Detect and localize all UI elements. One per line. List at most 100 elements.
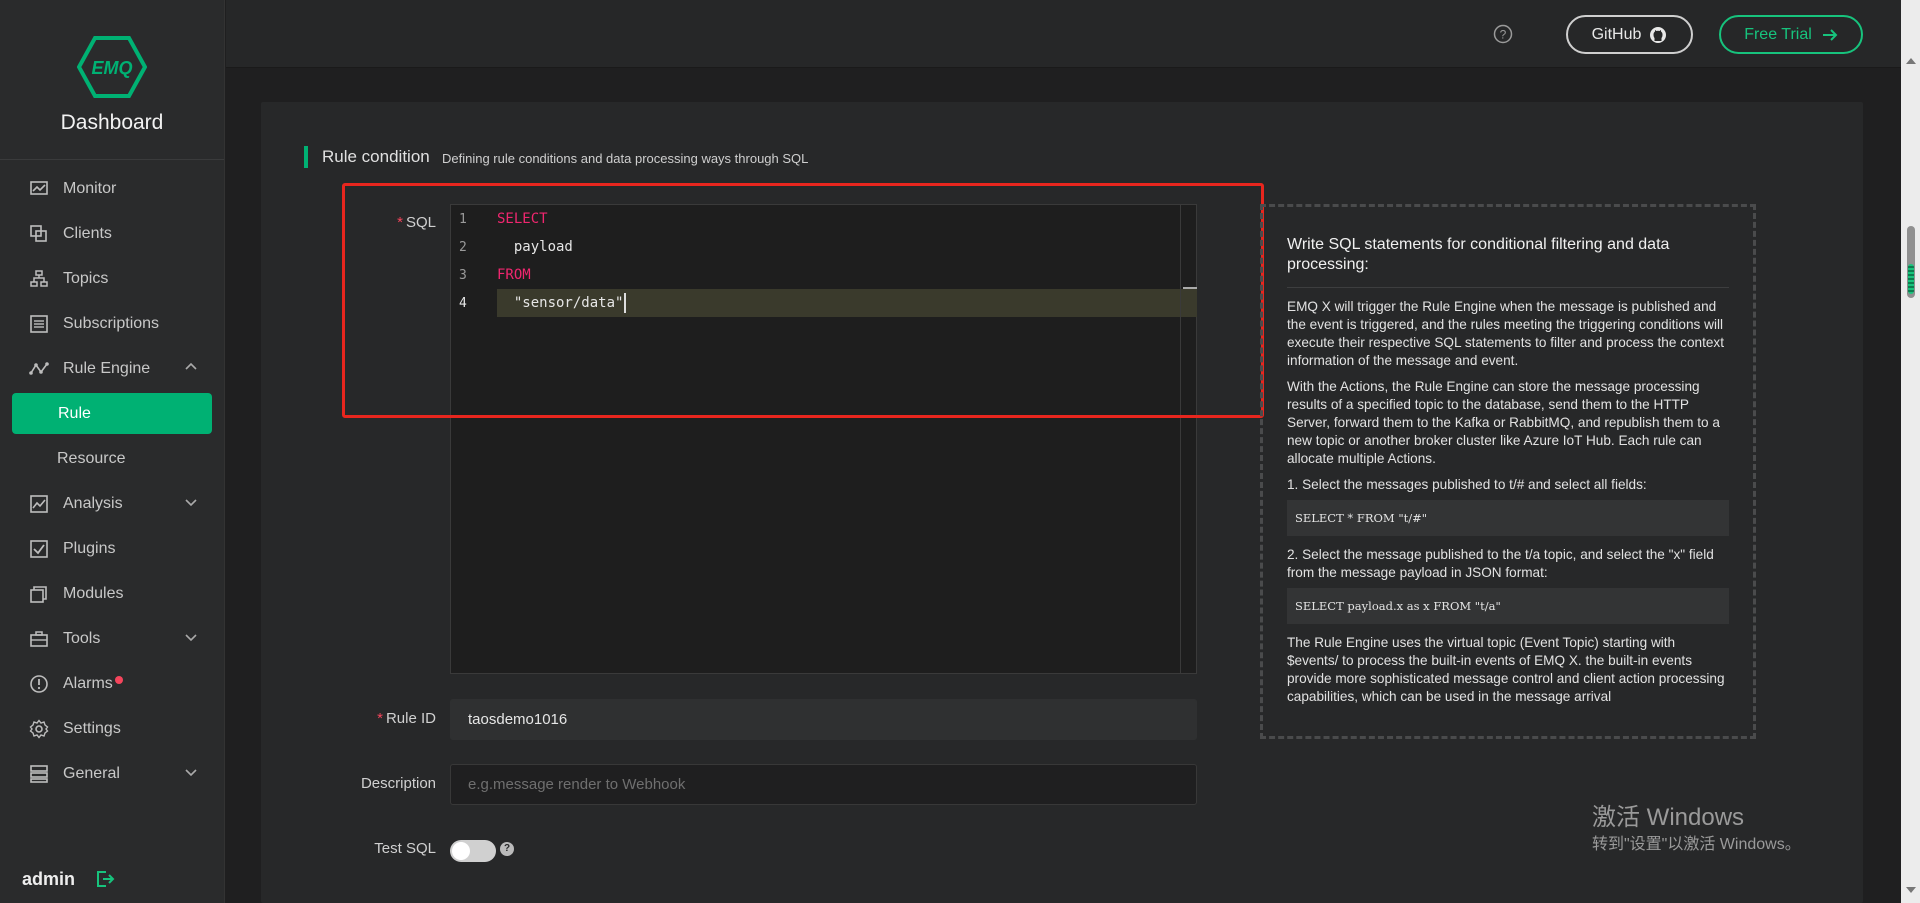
sidebar-nav: Monitor Clients Topics Subscriptions Rul… [0, 160, 224, 796]
editor-scrollbar[interactable] [1180, 205, 1197, 673]
sidebar-item-rule[interactable]: Rule [12, 393, 212, 434]
sidebar-item-label: Resource [57, 449, 126, 467]
sidebar-item-label: General [63, 764, 120, 782]
chevron-down-icon [185, 499, 197, 507]
line-code: "sensor/data" [497, 289, 1197, 317]
general-icon [29, 764, 49, 784]
tools-icon [29, 629, 49, 649]
top-header: ? GitHub Free Trial [226, 0, 1920, 68]
alarm-icon [29, 674, 49, 694]
scroll-down-arrow-icon[interactable] [1906, 887, 1916, 893]
sidebar-item-label: Rule Engine [63, 359, 151, 377]
help-code-example: SELECT * FROM "t/#" [1287, 500, 1729, 536]
sidebar-item-label: Tools [63, 629, 101, 647]
description-label: Description [360, 775, 436, 792]
sidebar-item-label: Monitor [63, 179, 117, 197]
help-paragraph: With the Actions, the Rule Engine can st… [1287, 379, 1720, 466]
brand: EMQ Dashboard [0, 0, 224, 160]
windows-watermark-title: 激活 Windows [1592, 804, 1745, 831]
sidebar-item-label: Subscriptions [63, 314, 160, 332]
sidebar-item-label: Analysis [63, 494, 123, 512]
page-scrollbar[interactable] [1901, 0, 1920, 903]
line-number: 3 [459, 267, 467, 283]
sidebar-item-subscriptions[interactable]: Subscriptions [0, 301, 224, 346]
required-mark: * [397, 214, 403, 231]
sidebar-item-analysis[interactable]: Analysis [0, 481, 224, 526]
help-icon[interactable]: ? [1493, 24, 1513, 44]
sidebar-item-label: Modules [63, 584, 124, 602]
free-trial-button[interactable]: Free Trial [1719, 15, 1863, 54]
sidebar-item-modules[interactable]: Modules [0, 571, 224, 616]
line-code: FROM [497, 267, 531, 283]
chevron-down-icon [185, 769, 197, 777]
sidebar-item-label: Alarms [63, 674, 113, 692]
gear-icon [29, 718, 49, 739]
github-button[interactable]: GitHub [1566, 15, 1693, 54]
user-bar: admin [0, 855, 224, 903]
github-label: GitHub [1591, 25, 1642, 43]
sidebar-item-monitor[interactable]: Monitor [0, 166, 224, 211]
logout-icon[interactable] [95, 869, 115, 889]
section-description: Defining rule conditions and data proces… [442, 151, 809, 166]
editor-line: 2 payload [451, 233, 1197, 261]
sidebar-item-topics[interactable]: Topics [0, 256, 224, 301]
chevron-down-icon [185, 634, 197, 642]
sidebar-item-label: Topics [63, 269, 109, 287]
help-example-title: 2. Select the message published to the t… [1287, 547, 1714, 580]
sql-editor[interactable]: 1 SELECT 2 payload 3 FROM 4 "sensor/data… [450, 204, 1197, 674]
sidebar-item-tools[interactable]: Tools [0, 616, 224, 661]
sidebar-item-label: Plugins [63, 539, 116, 557]
text-caret [624, 293, 627, 313]
brand-title: Dashboard [60, 110, 164, 134]
rule-id-input[interactable]: taosdemo1016 [450, 699, 1197, 740]
question-icon[interactable]: ? [500, 842, 514, 856]
sidebar-item-plugins[interactable]: Plugins [0, 526, 224, 571]
plugins-icon [29, 539, 49, 559]
sidebar-item-clients[interactable]: Clients [0, 211, 224, 256]
clients-icon [29, 224, 49, 244]
test-sql-toggle[interactable] [450, 840, 496, 862]
sidebar-item-label: Clients [63, 224, 112, 242]
sql-label: * SQL [397, 214, 436, 231]
sidebar-item-resource[interactable]: Resource [0, 436, 224, 481]
sidebar-item-label: Settings [63, 719, 121, 737]
help-example-title: 1. Select the messages published to t/# … [1287, 477, 1647, 492]
sidebar-item-settings[interactable]: Settings [0, 706, 224, 751]
chevron-up-icon [185, 362, 197, 370]
sidebar-item-rule-engine[interactable]: Rule Engine [0, 346, 224, 391]
rule-id-value: taosdemo1016 [468, 711, 568, 728]
help-code-example: SELECT payload.x as x FROM "t/a" [1287, 588, 1729, 624]
windows-watermark-subtitle: 转到"设置"以激活 Windows。 [1592, 836, 1801, 853]
description-placeholder: e.g.message render to Webhook [468, 776, 686, 793]
line-code: SELECT [497, 211, 548, 227]
username: admin [22, 868, 76, 889]
sidebar: EMQ Dashboard Monitor Clients Topics Sub… [0, 0, 225, 903]
section-title: Rule condition [322, 147, 430, 166]
help-divider [1287, 287, 1729, 288]
line-number: 1 [459, 211, 467, 227]
description-input[interactable]: e.g.message render to Webhook [450, 764, 1197, 805]
sql-help-panel: Write SQL statements for conditional fil… [1260, 204, 1756, 739]
scroll-up-arrow-icon[interactable] [1906, 58, 1916, 64]
help-paragraph: The Rule Engine uses the virtual topic (… [1287, 635, 1725, 704]
logo-text: EMQ [91, 58, 132, 78]
help-paragraph: EMQ X will trigger the Rule Engine when … [1287, 299, 1724, 368]
monitor-icon [29, 179, 49, 199]
help-heading: Write SQL statements for conditional fil… [1287, 236, 1670, 273]
subscriptions-icon [29, 314, 49, 334]
line-number: 2 [459, 239, 467, 255]
github-icon [1650, 26, 1667, 43]
line-number: 4 [459, 295, 467, 311]
editor-line: 3 FROM [451, 261, 1197, 289]
toggle-knob [452, 842, 470, 860]
line-code: payload [497, 239, 573, 255]
arrow-right-icon [1822, 28, 1838, 41]
svg-text:?: ? [1500, 28, 1507, 42]
emq-logo-icon[interactable]: EMQ [77, 35, 147, 99]
analysis-icon [29, 494, 49, 514]
sidebar-item-general[interactable]: General [0, 751, 224, 796]
topics-icon [29, 269, 49, 289]
modules-icon [29, 584, 49, 604]
sidebar-item-alarms[interactable]: Alarms [0, 661, 224, 706]
section-accent-bar [304, 146, 308, 168]
